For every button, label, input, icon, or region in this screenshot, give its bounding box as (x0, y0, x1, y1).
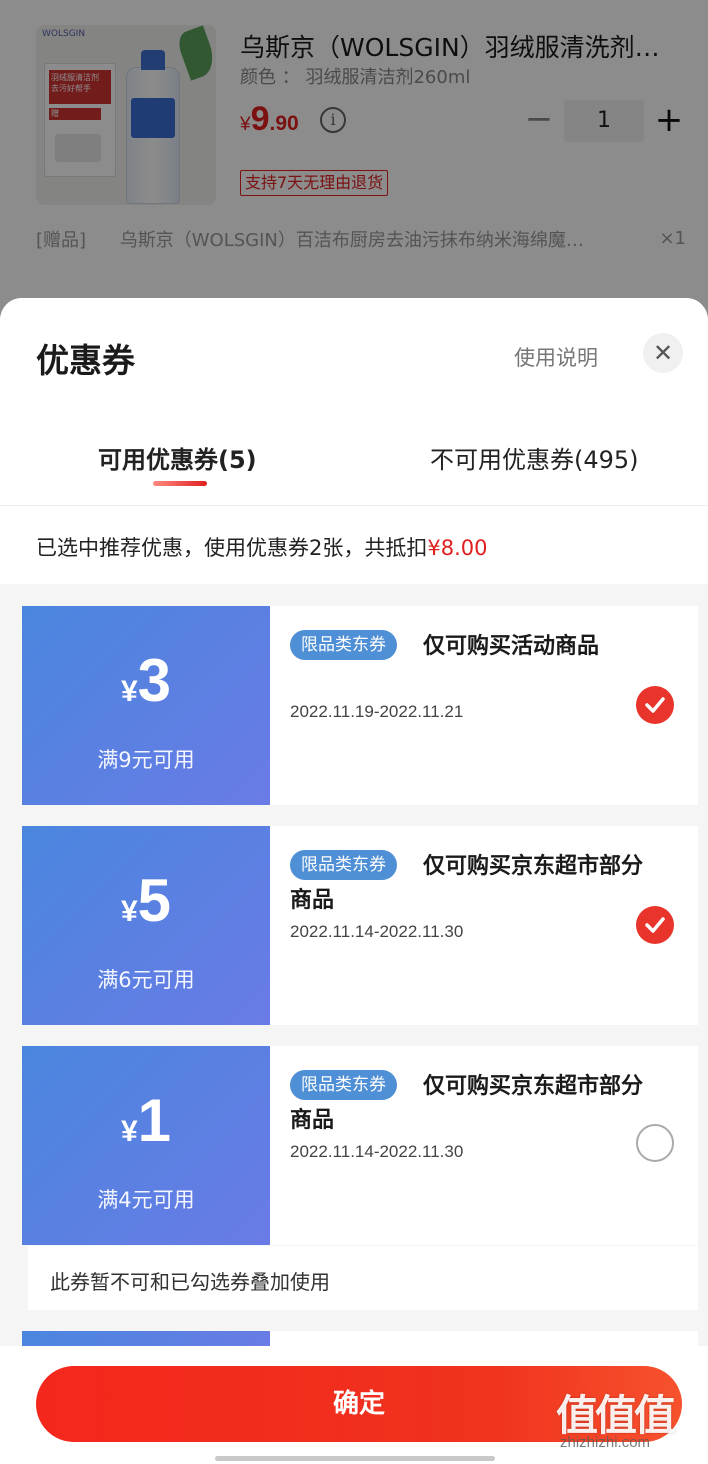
site-watermark: 值值值 zhizhizhi.com (556, 1382, 706, 1462)
coupon-category-tag: 限品类东券 (290, 630, 397, 660)
coupon-value-panel: ¥1 满4元可用 (18, 1046, 270, 1245)
coupon-checkbox-unchecked[interactable] (636, 1124, 674, 1162)
summary-text: 已选中推荐优惠，使用优惠券2张，共抵扣¥8.00 (36, 532, 487, 562)
coupon-validity-date: 2022.11.19-2022.11.21 (290, 702, 464, 721)
checkmark-icon (645, 917, 665, 933)
coupon-amount-value: 3 (137, 647, 172, 714)
coupon-condition: 满4元可用 (97, 1188, 195, 1212)
tab-unavailable-coupons[interactable]: 不可用优惠券(495) (430, 440, 639, 475)
coupon-amount: ¥1 (22, 1086, 270, 1155)
coupon-amount: ¥5 (22, 866, 270, 935)
summary-amount: ¥8.00 (427, 536, 488, 560)
coupon-card[interactable]: ¥1 满4元可用 仅可购买京东超市部分商品 限品类东券 2022.11.14-2… (18, 1046, 698, 1245)
coupon-yen: ¥ (120, 895, 138, 928)
checkmark-icon (645, 697, 665, 713)
active-tab-indicator (153, 481, 207, 486)
coupon-stacking-note: 此券暂不可和已勾选券叠加使用 (28, 1246, 698, 1310)
sheet-header: 优惠券 使用说明 ✕ 可用优惠券(5) 不可用优惠券(495) (0, 298, 708, 506)
coupon-amount-value: 1 (137, 1087, 172, 1154)
home-indicator (215, 1456, 495, 1461)
summary-prefix: 已选中推荐优惠，使用优惠券2张，共抵扣 (36, 536, 428, 560)
coupon-condition: 满9元可用 (97, 748, 195, 772)
coupon-amount-value: 5 (137, 867, 172, 934)
coupon-checkbox-checked[interactable] (636, 686, 674, 724)
close-icon[interactable]: ✕ (643, 333, 683, 373)
discount-summary: 已选中推荐优惠，使用优惠券2张，共抵扣¥8.00 (0, 506, 708, 584)
coupon-note-text: 此券暂不可和已勾选券叠加使用 (50, 1270, 330, 1294)
coupon-validity-date: 2022.11.14-2022.11.30 (290, 922, 464, 941)
coupon-checkbox-checked[interactable] (636, 906, 674, 944)
coupon-validity-date: 2022.11.14-2022.11.30 (290, 1142, 464, 1161)
modal-backdrop[interactable] (0, 0, 708, 320)
product-card: WOLSGIN 羽绒服清洁剂 去污好帮手 赠 乌斯京（WOLSGIN）羽绒服清洗… (0, 0, 708, 320)
coupon-card[interactable]: ¥3 满9元可用 仅可购买活动商品 限品类东券 2022.11.19-2022.… (18, 606, 698, 805)
tab-available-coupons[interactable]: 可用优惠券(5) (98, 440, 257, 475)
coupon-yen: ¥ (120, 675, 138, 708)
coupon-category-tag: 限品类东券 (290, 1070, 397, 1100)
usage-help-link[interactable]: 使用说明 (514, 342, 598, 372)
sheet-title: 优惠券 (36, 341, 135, 380)
coupon-value-panel: ¥3 满9元可用 (18, 606, 270, 805)
coupon-sheet: 优惠券 使用说明 ✕ 可用优惠券(5) 不可用优惠券(495) 已选中推荐优惠，… (0, 298, 708, 1464)
coupon-amount: ¥3 (22, 646, 270, 715)
coupon-value-panel: ¥5 满6元可用 (18, 826, 270, 1025)
coupon-card[interactable]: ¥5 满6元可用 仅可购买京东超市部分商品 限品类东券 2022.11.14-2… (18, 826, 698, 1025)
watermark-url: zhizhizhi.com (560, 1434, 651, 1451)
coupon-yen: ¥ (120, 1115, 138, 1148)
coupon-condition: 满6元可用 (97, 968, 195, 992)
coupon-category-tag: 限品类东券 (290, 850, 397, 880)
